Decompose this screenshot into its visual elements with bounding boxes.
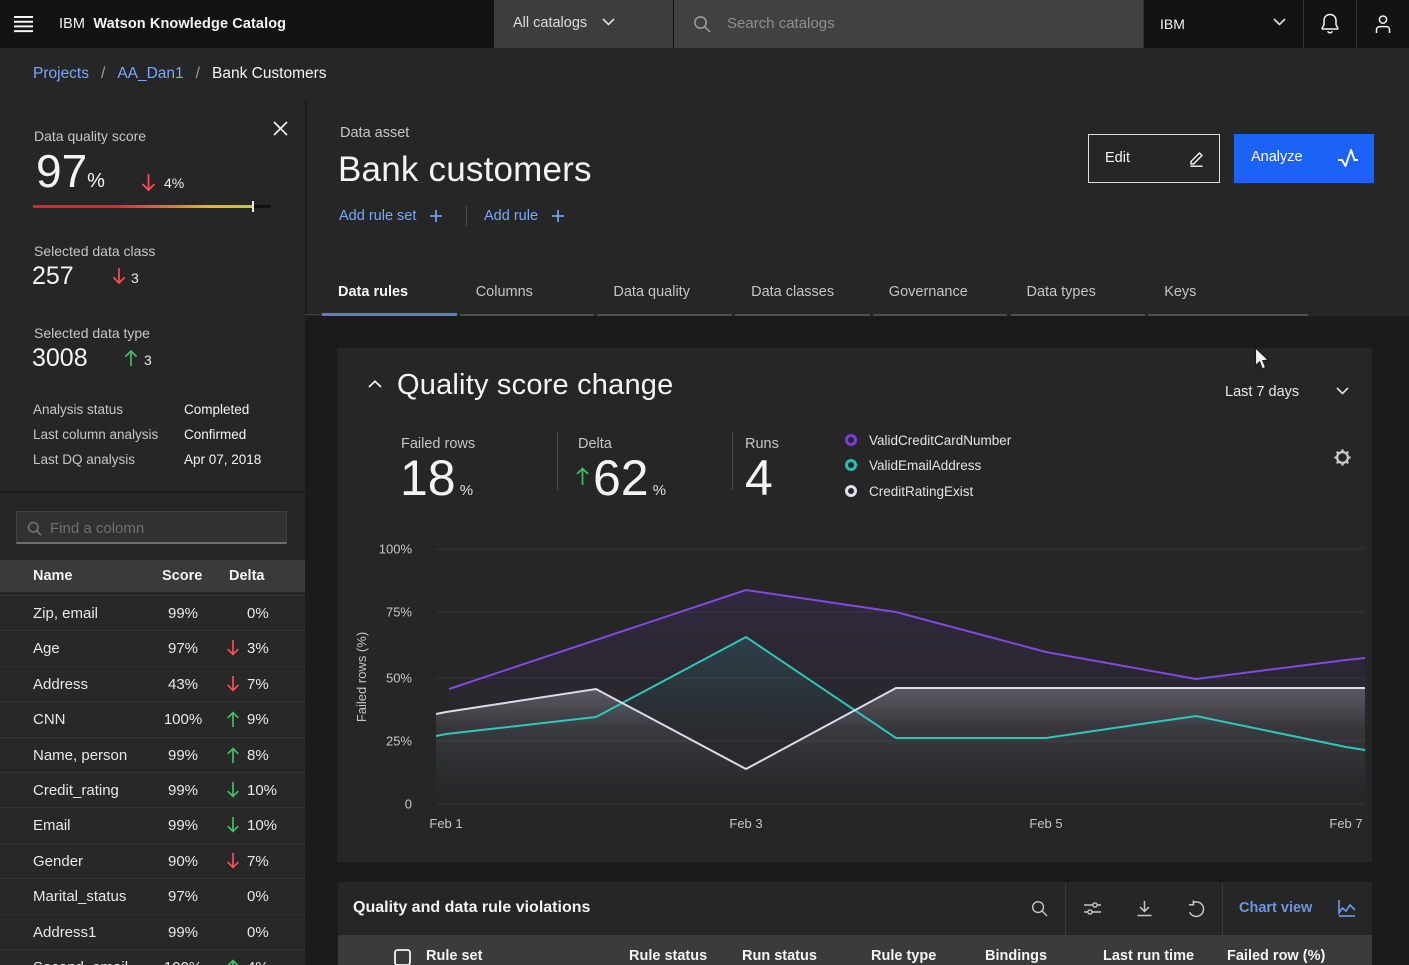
svg-text:Feb 5: Feb 5 (1029, 816, 1062, 831)
svg-text:Failed rows (%): Failed rows (%) (354, 632, 369, 722)
svg-text:Feb 7: Feb 7 (1329, 816, 1362, 831)
svg-text:100%: 100% (379, 542, 413, 557)
svg-text:75%: 75% (386, 605, 412, 620)
svg-text:Feb 1: Feb 1 (429, 816, 462, 831)
svg-text:50%: 50% (386, 671, 412, 686)
svg-text:25%: 25% (386, 734, 412, 749)
svg-text:Feb 3: Feb 3 (729, 816, 762, 831)
svg-text:0: 0 (405, 797, 412, 812)
